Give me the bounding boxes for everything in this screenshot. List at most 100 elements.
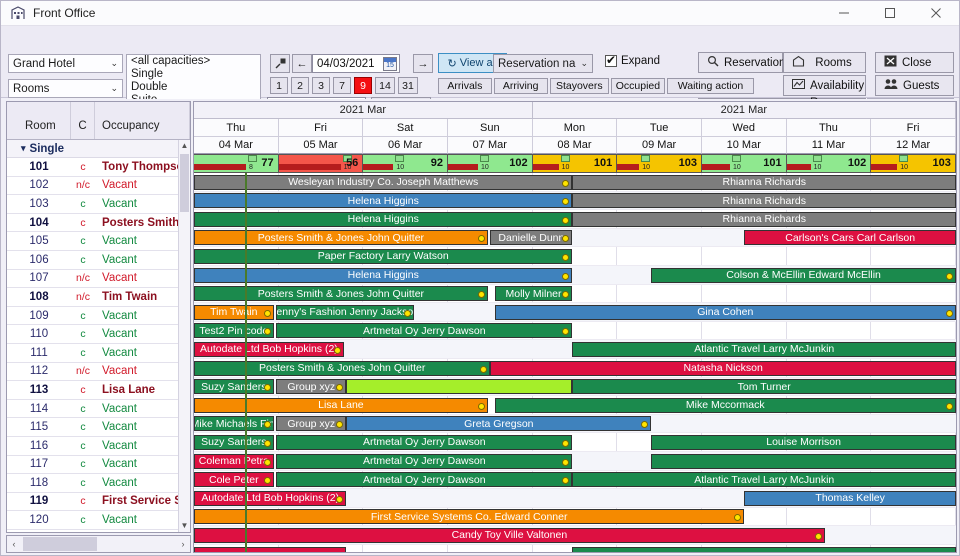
- calendar-date[interactable]: 04 Mar: [194, 137, 279, 154]
- guests-button[interactable]: Guests: [875, 75, 954, 96]
- reservation-bar[interactable]: Test2 Pin code: [194, 323, 274, 339]
- calendar-date[interactable]: 11 Mar: [786, 137, 872, 154]
- reservation-bar[interactable]: Autodate Ltd Bob Hopkins (2): [194, 341, 344, 357]
- reservation-bar[interactable]: Suzy Sanders: [194, 434, 274, 450]
- scroll-down-arrow[interactable]: ▼: [179, 520, 190, 532]
- room-row[interactable]: 107 n/c Vacant: [7, 270, 178, 289]
- reservation-bar[interactable]: Cole Peter: [194, 472, 274, 488]
- room-row[interactable]: 117 c Vacant: [7, 456, 178, 475]
- column-header-room[interactable]: Room: [7, 102, 71, 139]
- filter-stayovers[interactable]: Stayovers: [549, 78, 609, 94]
- reservation-bar[interactable]: Danielle Dunn: [490, 230, 573, 246]
- reservation-bar[interactable]: Group xyz: [276, 416, 347, 432]
- reservation-bar[interactable]: Greta Gregson: [346, 416, 652, 432]
- room-row[interactable]: 114 c Vacant: [7, 400, 178, 419]
- calendar-date[interactable]: 07 Mar: [447, 137, 533, 154]
- next-date-button[interactable]: →: [413, 54, 433, 73]
- reservation-bar[interactable]: Lisa Lane: [194, 397, 488, 413]
- capacity-option-0[interactable]: <all capacities>: [127, 55, 260, 68]
- reservation-bar[interactable]: [194, 546, 347, 552]
- rooms-button[interactable]: Rooms: [783, 52, 866, 73]
- reservation-bar[interactable]: Wesleyan Industry Co. Joseph Matthews: [194, 174, 573, 190]
- reservation-bar[interactable]: First Service Systems Co. Edward Conner: [194, 509, 745, 525]
- reservation-bar[interactable]: Artmetal Oy Jerry Dawson: [276, 472, 573, 488]
- reservation-bar[interactable]: Posters Smith & Jones John Quitter: [194, 230, 488, 246]
- reservation-bar[interactable]: Coleman Petra: [194, 453, 274, 469]
- reservation-bar[interactable]: Colson & McEllin Edward McEllin: [651, 267, 956, 283]
- room-list-hscrollbar[interactable]: ‹ ›: [6, 535, 191, 553]
- column-header-c[interactable]: C: [71, 102, 95, 139]
- room-row[interactable]: 111 c Vacant: [7, 344, 178, 363]
- expand-checkbox[interactable]: Expand: [605, 53, 660, 67]
- maximize-button[interactable]: [867, 1, 913, 26]
- calendar-date[interactable]: 05 Mar: [278, 137, 364, 154]
- room-group-single[interactable]: ▾ Single: [7, 140, 178, 158]
- collapse-button[interactable]: [270, 54, 290, 73]
- close-action-button[interactable]: Close: [875, 52, 954, 73]
- reservation-bar[interactable]: Group xyz: [276, 379, 347, 395]
- room-list-vscrollbar[interactable]: ▲ ▼: [178, 140, 190, 532]
- day-count-button-1[interactable]: 1: [270, 77, 288, 94]
- reservations-button[interactable]: Reservations: [698, 52, 791, 73]
- filter-arrivals[interactable]: Arrivals: [438, 78, 492, 94]
- room-row[interactable]: 102 n/c Vacant: [7, 177, 178, 196]
- room-row[interactable]: 112 n/c Vacant: [7, 363, 178, 382]
- room-row[interactable]: 115 c Vacant: [7, 418, 178, 437]
- reservation-bar[interactable]: Molly Milner: [494, 286, 573, 302]
- room-row[interactable]: 109 c Vacant: [7, 307, 178, 326]
- room-row[interactable]: 120 c Vacant: [7, 511, 178, 530]
- room-row[interactable]: 118 c Vacant: [7, 474, 178, 493]
- reservation-bar[interactable]: Mike Michaels Finl: [194, 416, 274, 432]
- date-field[interactable]: 04/03/2021 15: [312, 54, 400, 73]
- room-row[interactable]: 108 n/c Tim Twain: [7, 288, 178, 307]
- room-row[interactable]: 101 c Tony Thompson: [7, 158, 178, 177]
- reservation-bar[interactable]: Atlantic Travel Larry McJunkin: [572, 341, 956, 357]
- reservation-bar[interactable]: Autodate Ltd Bob Hopkins (2): [194, 490, 347, 506]
- hotel-select[interactable]: Grand Hotel ⌄: [8, 54, 123, 73]
- day-count-button-31[interactable]: 31: [398, 77, 418, 94]
- room-row[interactable]: 119 c First Service Syst: [7, 493, 178, 512]
- reservation-bar[interactable]: Artmetal Oy Jerry Dawson: [276, 453, 573, 469]
- reservation-bar[interactable]: Paper Factory Larry Watson: [194, 248, 573, 264]
- scroll-thumb[interactable]: [180, 154, 189, 212]
- availability-button[interactable]: Availability: [783, 75, 866, 96]
- reservation-bar[interactable]: Jenny's Fashion Jenny Jackson: [276, 304, 415, 320]
- reservation-grid[interactable]: Wesleyan Industry Co. Joseph Matthews Rhi…: [194, 173, 956, 552]
- calendar-date[interactable]: 12 Mar: [871, 137, 956, 154]
- calendar-date[interactable]: 06 Mar: [363, 137, 448, 154]
- filter-waiting-action[interactable]: Waiting action: [666, 78, 755, 94]
- room-row[interactable]: 103 c Vacant: [7, 195, 178, 214]
- room-row[interactable]: 116 c Vacant: [7, 437, 178, 456]
- calendar-date[interactable]: 08 Mar: [532, 137, 618, 154]
- reservation-bar[interactable]: Rhianna Richards: [572, 193, 956, 209]
- reservation-bar[interactable]: Rhianna Richards: [572, 211, 956, 227]
- reservation-bar[interactable]: Helena Higgins: [194, 267, 573, 283]
- reservation-bar[interactable]: Suzy Sanders: [194, 379, 274, 395]
- scroll-left-arrow[interactable]: ‹: [7, 539, 21, 549]
- room-row[interactable]: 106 c Vacant: [7, 251, 178, 270]
- minimize-button[interactable]: [821, 1, 867, 26]
- calendar-date[interactable]: 10 Mar: [701, 137, 787, 154]
- reservation-bar[interactable]: Candy Toy Ville Valtonen: [194, 527, 825, 543]
- hscroll-thumb[interactable]: [23, 537, 97, 551]
- filter-arriving[interactable]: Arriving: [493, 78, 548, 94]
- calendar-date[interactable]: 09 Mar: [617, 137, 702, 154]
- reservation-bar[interactable]: Helena Higgins: [194, 211, 573, 227]
- day-count-button-9[interactable]: 9: [354, 77, 372, 94]
- reservation-bar[interactable]: Artmetal Oy Jerry Dawson: [276, 434, 573, 450]
- reservation-bar[interactable]: Helena Higgins: [194, 193, 573, 209]
- hscroll-track[interactable]: [21, 537, 176, 551]
- view-select[interactable]: Rooms ⌄: [8, 79, 123, 98]
- room-row[interactable]: 104 c Posters Smith & .: [7, 214, 178, 233]
- reservation-name-select[interactable]: Reservation name ⌄: [493, 54, 593, 73]
- close-button[interactable]: [913, 1, 959, 26]
- reservation-bar[interactable]: Thomas Kelley: [744, 490, 956, 506]
- filter-occupied[interactable]: Occupied: [611, 78, 665, 94]
- reservation-bar[interactable]: Natasha Nickson: [490, 360, 956, 376]
- room-row[interactable]: 113 c Lisa Lane: [7, 381, 178, 400]
- day-count-button-14[interactable]: 14: [375, 77, 395, 94]
- scroll-right-arrow[interactable]: ›: [176, 539, 190, 549]
- calendar-icon[interactable]: 15: [383, 57, 397, 71]
- room-row[interactable]: 105 c Vacant: [7, 232, 178, 251]
- reservation-bar[interactable]: Artmetal Oy Jerry Dawson: [276, 323, 573, 339]
